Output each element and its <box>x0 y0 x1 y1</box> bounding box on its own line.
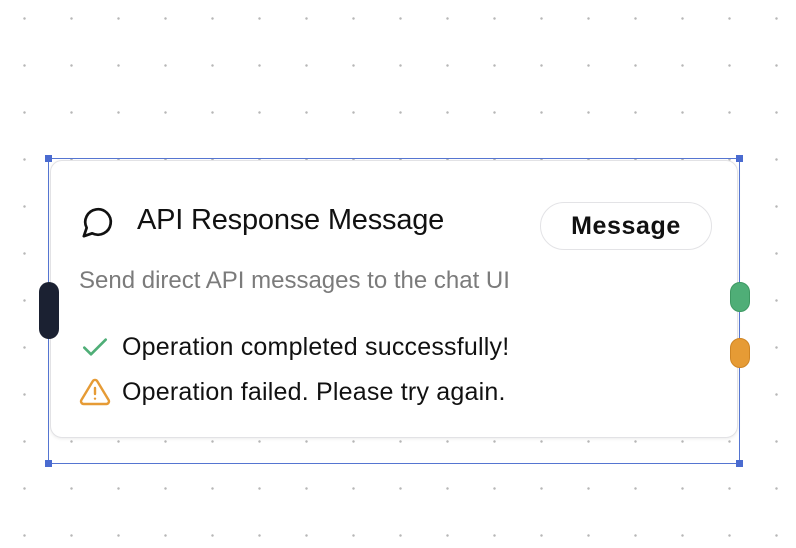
resize-handle-bottom-right[interactable] <box>736 460 743 467</box>
success-output-handle[interactable] <box>730 282 750 312</box>
failure-output-handle[interactable] <box>730 338 750 368</box>
input-connection-handle[interactable] <box>39 282 59 339</box>
resize-handle-top-right[interactable] <box>736 155 743 162</box>
flow-canvas[interactable]: API Response Message Message Send direct… <box>0 0 796 548</box>
resize-handle-top-left[interactable] <box>45 155 52 162</box>
selection-box <box>45 155 743 467</box>
resize-handle-bottom-left[interactable] <box>45 460 52 467</box>
